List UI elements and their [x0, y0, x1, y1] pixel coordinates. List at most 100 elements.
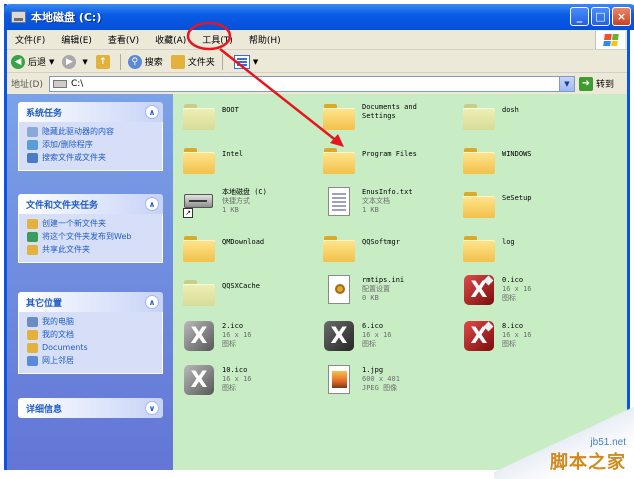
task-link-hide-drive[interactable]: 隐藏此驱动器的内容 [27, 126, 156, 137]
add-remove-programs-icon [27, 140, 38, 150]
watermark-name: 脚本之家 [550, 452, 626, 473]
place-link-my-computer[interactable]: 我的电脑 [27, 316, 156, 327]
drive-shortcut-icon: ↗ [183, 186, 215, 218]
menu-file[interactable]: 文件(F) [7, 33, 53, 46]
file-name: 1.jpg [362, 366, 384, 374]
file-item[interactable]: rmtips.ini 配置设置 0 KB [323, 274, 463, 306]
panel-header[interactable]: 详细信息 ∨ [18, 398, 163, 418]
chevron-down-icon: ▼ [252, 57, 259, 66]
folders-button[interactable]: 文件夹 [167, 52, 219, 72]
maximize-button[interactable]: □ [591, 7, 610, 26]
views-button[interactable]: ▼ [226, 52, 262, 72]
file-name: rmtips.ini [362, 276, 405, 284]
file-item[interactable]: X 6.ico 16 x 16 图标 [323, 320, 463, 352]
windows-logo-icon [595, 31, 625, 49]
title-bar[interactable]: 本地磁盘 (C:) _ □ × [4, 4, 634, 30]
task-link-share[interactable]: 共享此文件夹 [27, 244, 156, 255]
search-label: 搜索 [144, 58, 163, 68]
publish-web-icon [27, 232, 38, 242]
search-icon: ⚲ [127, 54, 142, 69]
file-item[interactable]: EnusInfo.txt 文本文档 1 KB [323, 186, 463, 218]
red-x-icon: X [463, 320, 495, 352]
up-folder-button[interactable]: ↑ [92, 52, 117, 72]
place-link-my-documents[interactable]: 我的文档 [27, 329, 156, 340]
file-type: 图标 [362, 340, 376, 348]
file-name: 6.ico [362, 322, 384, 330]
toolbar-separator [119, 53, 121, 70]
go-button[interactable]: ➜ 转到 [578, 76, 614, 91]
collapse-chevron-icon[interactable]: ∧ [145, 295, 159, 309]
folder-icon [323, 144, 355, 176]
collapse-chevron-icon[interactable]: ∧ [145, 105, 159, 119]
hide-drive-icon [27, 127, 38, 137]
file-item[interactable]: X 2.ico 16 x 16 图标 [183, 320, 323, 352]
file-item[interactable]: QMDownload [183, 232, 323, 264]
address-bar: 地址(D) C:\ ▼ ➜ 转到 [7, 74, 627, 93]
file-name: Program Files [362, 150, 417, 158]
panel-header[interactable]: 系统任务 ∧ [18, 102, 163, 122]
back-button[interactable]: ◀ 后退 ▼ [7, 52, 58, 72]
file-item[interactable]: QQSXCache [183, 276, 323, 308]
folders-label: 文件夹 [187, 58, 215, 68]
back-label: 后退 [28, 58, 47, 68]
expand-chevron-icon[interactable]: ∨ [145, 401, 159, 415]
watermark-url: jb51.net [590, 437, 626, 448]
menu-tools[interactable]: 工具(T) [194, 33, 241, 46]
folder-icon [27, 343, 38, 353]
file-item[interactable]: 1.jpg 600 x 401 JPEG 图像 [323, 364, 463, 396]
menu-bar: 文件(F) 编辑(E) 查看(V) 收藏(A) 工具(T) 帮助(H) [7, 30, 627, 50]
collapse-chevron-icon[interactable]: ∧ [145, 197, 159, 211]
task-link-search[interactable]: 搜索文件或文件夹 [27, 152, 156, 163]
network-places-icon [27, 356, 38, 366]
address-input[interactable]: C:\ ▼ [48, 75, 575, 92]
forward-button[interactable]: ▶ ▼ [58, 52, 91, 72]
search-button[interactable]: ⚲ 搜索 [124, 52, 167, 72]
file-name: 8.ico [502, 322, 524, 330]
task-link-add-remove[interactable]: 添加/删除程序 [27, 139, 156, 150]
task-link-publish-web[interactable]: 将这个文件夹发布到Web [27, 231, 156, 242]
file-type: 图标 [222, 340, 236, 348]
file-type: 配置设置 [362, 285, 390, 293]
watermark: jb51.net 脚本之家 [550, 437, 626, 474]
panel-header[interactable]: 其它位置 ∧ [18, 292, 163, 312]
file-item[interactable]: QQSoftmgr [323, 232, 463, 264]
file-name: QMDownload [222, 238, 265, 246]
folder-icon [463, 144, 495, 176]
menu-favorites[interactable]: 收藏(A) [147, 33, 194, 46]
file-item[interactable]: X 0.ico 16 x 16 图标 [463, 274, 603, 306]
file-name: SeSetup [502, 194, 532, 202]
file-item[interactable]: X 8.ico 16 x 16 图标 [463, 320, 603, 352]
file-item[interactable]: dosh [463, 100, 603, 132]
task-link-new-folder[interactable]: 创建一个新文件夹 [27, 218, 156, 229]
file-item[interactable]: BOOT [183, 100, 323, 132]
address-dropdown-button[interactable]: ▼ [558, 76, 574, 91]
details-panel: 详细信息 ∨ [18, 398, 163, 418]
my-documents-icon [27, 330, 38, 340]
image-dimensions: 600 x 401 [362, 375, 400, 383]
config-file-icon [323, 274, 355, 306]
file-type: 快捷方式 [222, 197, 250, 205]
place-link-network[interactable]: 网上邻居 [27, 355, 156, 366]
file-item[interactable]: SeSetup [463, 188, 603, 220]
place-link-documents[interactable]: Documents [27, 342, 156, 353]
menu-edit[interactable]: 编辑(E) [53, 33, 100, 46]
file-type: 图标 [502, 340, 516, 348]
close-button[interactable]: × [612, 7, 631, 26]
file-name: 本地磁盘 (C) [222, 188, 267, 196]
file-item[interactable]: log [463, 232, 603, 264]
menu-help[interactable]: 帮助(H) [241, 33, 289, 46]
file-item[interactable]: ↗ 本地磁盘 (C) 快捷方式 1 KB [183, 186, 323, 218]
file-item[interactable]: X 10.ico 16 x 16 图标 [183, 364, 323, 396]
file-item[interactable]: Documents and Settings [323, 100, 463, 132]
red-x-icon: X [463, 274, 495, 306]
minimize-button[interactable]: _ [570, 7, 589, 26]
grey-x-icon: X [183, 364, 215, 396]
file-name: 0.ico [502, 276, 524, 284]
other-places-panel: 其它位置 ∧ 我的电脑 我的文档 Documents 网上邻居 [18, 292, 163, 374]
file-item[interactable]: Program Files [323, 144, 463, 176]
file-item[interactable]: Intel [183, 144, 323, 176]
panel-title: 系统任务 [26, 108, 63, 119]
file-item[interactable]: WINDOWS [463, 144, 603, 176]
menu-view[interactable]: 查看(V) [100, 33, 147, 46]
panel-header[interactable]: 文件和文件夹任务 ∧ [18, 194, 163, 214]
